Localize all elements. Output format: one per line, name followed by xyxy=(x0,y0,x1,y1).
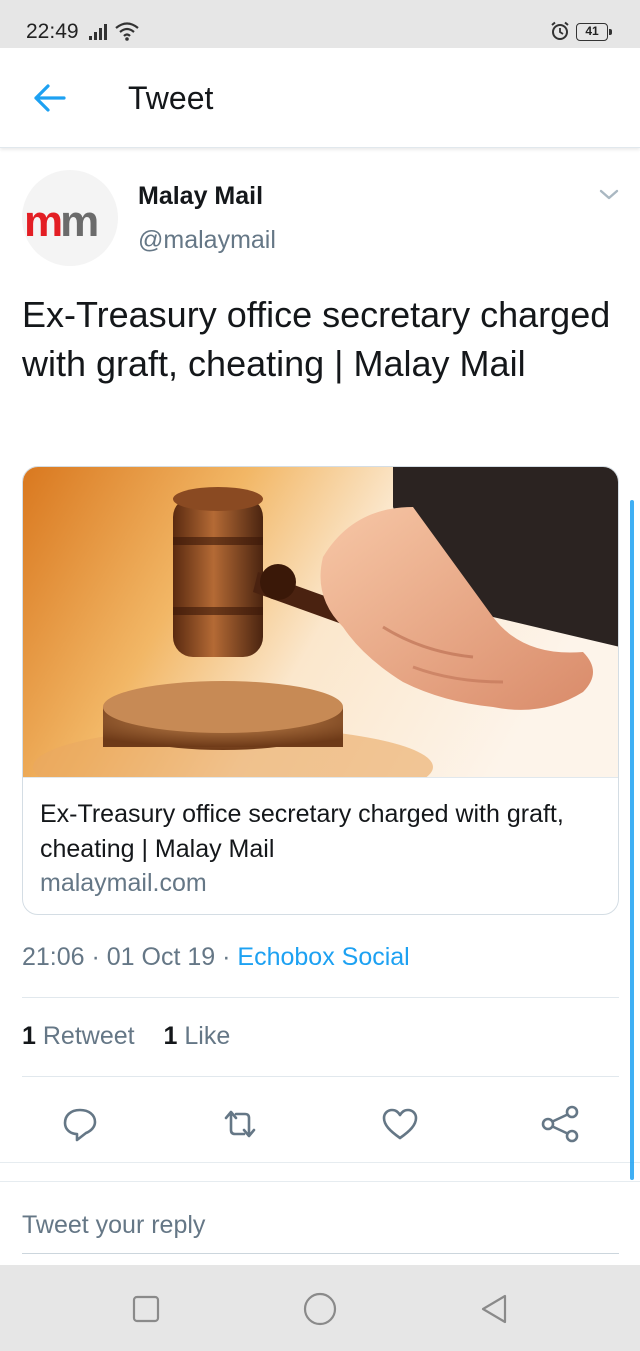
card-image xyxy=(23,467,618,778)
recents-button[interactable] xyxy=(126,1289,166,1329)
system-nav-bar xyxy=(0,1265,640,1351)
divider xyxy=(22,1076,619,1077)
share-icon xyxy=(541,1105,579,1143)
scrollbar[interactable] xyxy=(630,500,634,1180)
reply-input[interactable] xyxy=(22,1198,619,1254)
back-nav-button[interactable] xyxy=(474,1289,514,1329)
reply-bubble-icon xyxy=(63,1108,97,1142)
triangle-back-icon xyxy=(481,1294,507,1324)
retweets-stat[interactable]: 1 Retweet xyxy=(22,1022,135,1050)
square-icon xyxy=(132,1295,160,1323)
malay-mail-logo: mm xyxy=(24,197,99,246)
tweet-meta: 21:06 · 01 Oct 19 · Echobox Social xyxy=(22,943,410,972)
like-button[interactable] xyxy=(376,1100,424,1148)
battery-indicator: 41 xyxy=(576,23,612,41)
heart-icon xyxy=(382,1108,418,1140)
circle-icon xyxy=(303,1292,337,1326)
tweet-options-button[interactable] xyxy=(596,184,622,209)
wifi-icon xyxy=(114,20,140,47)
retweet-icon xyxy=(224,1110,256,1138)
reply-button[interactable] xyxy=(56,1100,104,1148)
divider xyxy=(22,997,619,998)
avatar[interactable]: mm xyxy=(22,170,118,266)
tweet-source-link[interactable]: Echobox Social xyxy=(237,943,409,971)
tweet-text: Ex-Treasury office secretary charged wit… xyxy=(22,294,611,384)
tweet-actions xyxy=(0,1092,640,1152)
home-button[interactable] xyxy=(300,1289,340,1329)
tweet-timestamp: 21:06 · 01 Oct 19 · xyxy=(22,943,238,971)
author-display-name[interactable]: Malay Mail xyxy=(138,182,263,211)
likes-count: 1 xyxy=(163,1022,178,1050)
status-bar: 22:49 41 xyxy=(0,0,640,48)
section-separator xyxy=(0,1162,640,1182)
retweets-label: Retweet xyxy=(42,1022,135,1050)
likes-stat[interactable]: 1 Like xyxy=(164,1022,231,1050)
retweet-button[interactable] xyxy=(216,1100,264,1148)
alarm-icon xyxy=(550,21,570,46)
card-title: Ex-Treasury office secretary charged wit… xyxy=(40,800,564,863)
chevron-down-icon xyxy=(599,189,619,200)
author-handle[interactable]: @malaymail xyxy=(138,226,276,255)
arrow-left-icon xyxy=(34,84,66,112)
tweet-stats: 1 Retweet 1 Like xyxy=(22,1022,252,1051)
retweets-count: 1 xyxy=(22,1022,36,1050)
status-time: 22:49 xyxy=(26,20,79,43)
share-button[interactable] xyxy=(536,1100,584,1148)
app-bar: Tweet xyxy=(0,48,640,148)
likes-label: Like xyxy=(184,1022,231,1050)
card-domain: malaymail.com xyxy=(40,869,207,897)
link-card[interactable]: Ex-Treasury office secretary charged wit… xyxy=(22,466,619,915)
back-button[interactable] xyxy=(22,76,78,120)
signal-icon xyxy=(89,22,111,45)
tweet-header: mm Malay Mail @malaymail xyxy=(0,160,640,280)
page-title: Tweet xyxy=(128,80,214,116)
